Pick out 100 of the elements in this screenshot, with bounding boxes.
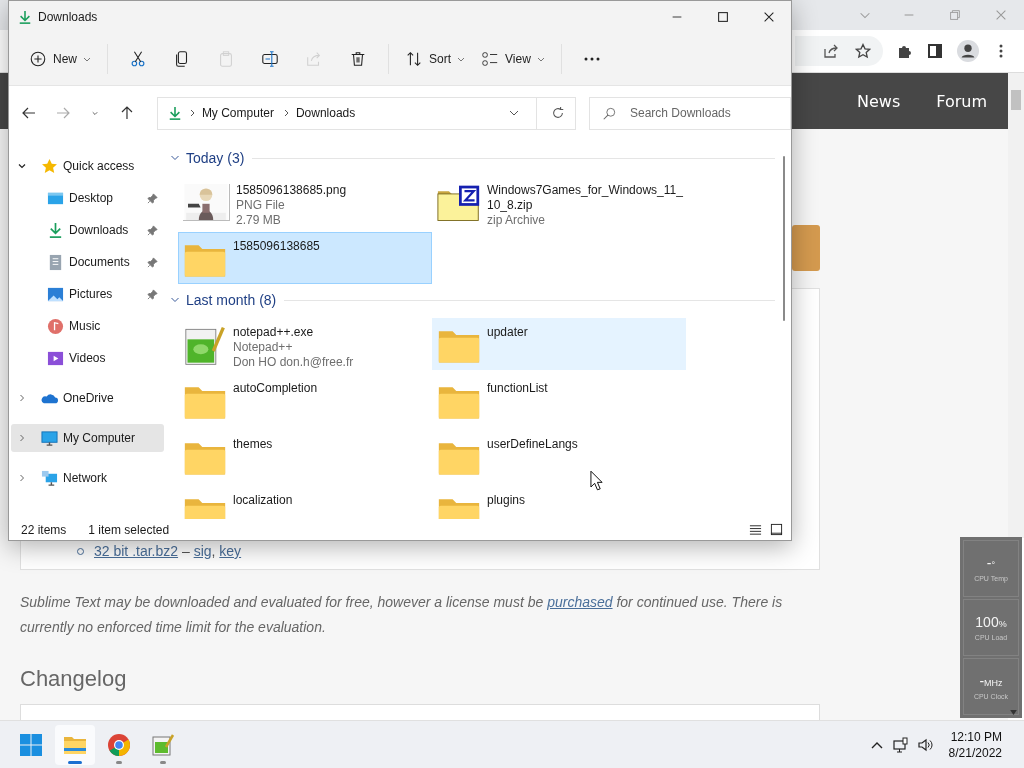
address-bar[interactable] <box>795 36 883 66</box>
nav-item[interactable]: OneDrive <box>11 384 164 412</box>
side-panel-icon[interactable] <box>927 43 943 59</box>
file-tile[interactable]: 1585096138685 <box>178 232 432 284</box>
maximize-icon[interactable] <box>716 10 730 24</box>
share-icon[interactable] <box>823 43 839 59</box>
mouse-cursor-icon <box>590 470 603 491</box>
file-name: 1585096138685.png <box>236 183 348 198</box>
file-tile[interactable]: 1585096138685.png PNG File 2.79 MB <box>178 176 432 228</box>
new-button[interactable]: New <box>21 42 99 76</box>
caret-icon <box>83 55 91 63</box>
gadget-value: -° <box>986 555 996 571</box>
nav-item[interactable]: Documents <box>11 248 164 276</box>
clock-time: 12:10 PM <box>950 728 1002 745</box>
forward-icon[interactable] <box>54 105 71 121</box>
pin-icon[interactable] <box>147 256 158 268</box>
breadcrumb[interactable]: My Computer <box>201 106 274 120</box>
puzzle-icon[interactable] <box>897 43 913 59</box>
search-icon <box>602 106 616 121</box>
group-header[interactable]: Last month (8) <box>170 290 775 310</box>
file-tile[interactable]: notepad++.exe Notepad++ Don HO don.h@free.fr <box>178 318 432 370</box>
sort-button[interactable]: Sort <box>397 42 474 76</box>
file-name: themes <box>233 437 274 452</box>
scroll-down-icon[interactable] <box>1010 710 1017 715</box>
file-tile[interactable]: functionList <box>432 374 686 426</box>
file-name: userDefineLangs <box>487 437 579 452</box>
music-icon <box>47 317 64 335</box>
file-name: notepad++.exe <box>233 325 315 340</box>
caret-icon <box>536 55 545 63</box>
refresh-icon[interactable] <box>551 106 565 120</box>
nav-item[interactable]: My Computer <box>11 424 164 452</box>
file-detail: Don HO don.h@free.fr <box>233 355 355 370</box>
download-icon <box>18 10 32 24</box>
group-header[interactable]: Today (3) <box>170 148 775 168</box>
view-button[interactable]: View <box>473 42 553 76</box>
notepad-icon <box>183 326 227 366</box>
license-note: Sublime Text may be downloaded and evaluated for free, however a license must be purchased for continued use. There is currently no enforced time limit for the evaluation. <box>20 593 784 637</box>
chevron-down-icon <box>170 153 180 163</box>
item-count: 22 items <box>21 522 67 537</box>
file-tile[interactable]: plugins <box>432 486 686 519</box>
clock[interactable]: 12:10 PM 8/21/2022 <box>948 728 1002 761</box>
file-tile[interactable]: autoCompletion <box>178 374 432 426</box>
changelog-heading: Changelog <box>20 666 128 692</box>
video-icon <box>47 349 64 367</box>
nav-link[interactable]: Forum <box>936 91 987 111</box>
breadcrumb[interactable]: Downloads <box>295 106 356 120</box>
nav-item[interactable]: Desktop <box>11 184 164 212</box>
caret-icon <box>457 55 466 63</box>
scrollbar-thumb[interactable] <box>783 156 785 321</box>
network-icon <box>41 469 58 487</box>
network-icon[interactable] <box>892 736 909 753</box>
details-view-icon[interactable] <box>749 523 762 536</box>
selection-count: 1 item selected <box>88 522 170 537</box>
file-tile[interactable]: localization <box>178 486 432 519</box>
scrollbar[interactable] <box>1008 73 1024 538</box>
purchased-link[interactable]: purchased <box>547 594 613 610</box>
tiles-view-icon[interactable] <box>770 523 783 536</box>
monitor-icon <box>41 429 58 447</box>
download-icon <box>167 106 182 120</box>
file-name: 1585096138685 <box>233 239 321 254</box>
gadget-value: 100% <box>975 614 1007 630</box>
download-icon <box>47 221 64 239</box>
taskbar-app-button[interactable] <box>55 724 95 765</box>
file-detail: zip Archive <box>487 213 547 228</box>
clock-date: 8/21/2022 <box>948 744 1002 761</box>
address-field[interactable]: My Computer Downloads <box>156 96 576 130</box>
nav-item[interactable]: Network <box>11 464 164 492</box>
profile-icon[interactable] <box>957 40 979 62</box>
pin-icon[interactable] <box>147 192 158 204</box>
download-link[interactable]: sig <box>193 543 212 559</box>
pin-icon[interactable] <box>147 288 158 300</box>
file-name: autoCompletion <box>233 381 319 396</box>
file-detail: Notepad++ <box>233 340 294 355</box>
nav-item[interactable]: Quick access <box>11 152 164 180</box>
zip-archive-icon <box>437 184 481 224</box>
file-detail: 2.79 MB <box>236 213 282 228</box>
file-tile[interactable]: themes <box>178 430 432 482</box>
download-link[interactable]: 32 bit .tar.bz2 <box>94 543 179 559</box>
chrome-icon <box>107 732 131 757</box>
chevron-down-icon[interactable] <box>17 161 27 171</box>
back-icon[interactable] <box>21 105 37 121</box>
nav-item[interactable]: Downloads <box>11 216 164 244</box>
pin-icon[interactable] <box>147 224 158 236</box>
file-name: plugins <box>487 493 527 508</box>
close-icon[interactable] <box>762 10 776 24</box>
star-icon <box>41 157 58 175</box>
file-tile[interactable]: updater <box>432 318 686 370</box>
file-tile[interactable]: Windows7Games_for_Windows_11_10_8.zip zip Archive <box>432 176 686 228</box>
file-name: Windows7Games_for_Windows_11_10_8.zip <box>487 183 683 213</box>
download-link[interactable]: key <box>219 543 242 559</box>
file-name: functionList <box>487 381 549 396</box>
search-field[interactable]: Search Downloads <box>589 96 791 130</box>
volume-icon[interactable] <box>916 736 933 753</box>
file-tile[interactable]: userDefineLangs <box>432 430 686 482</box>
star-icon[interactable] <box>855 43 871 59</box>
nav-item[interactable]: Pictures <box>11 280 164 308</box>
window-title: Downloads <box>38 10 98 24</box>
nav-item[interactable]: Music <box>11 312 164 340</box>
nav-item[interactable]: Videos <box>11 344 164 372</box>
nav-link[interactable]: News <box>857 91 901 111</box>
